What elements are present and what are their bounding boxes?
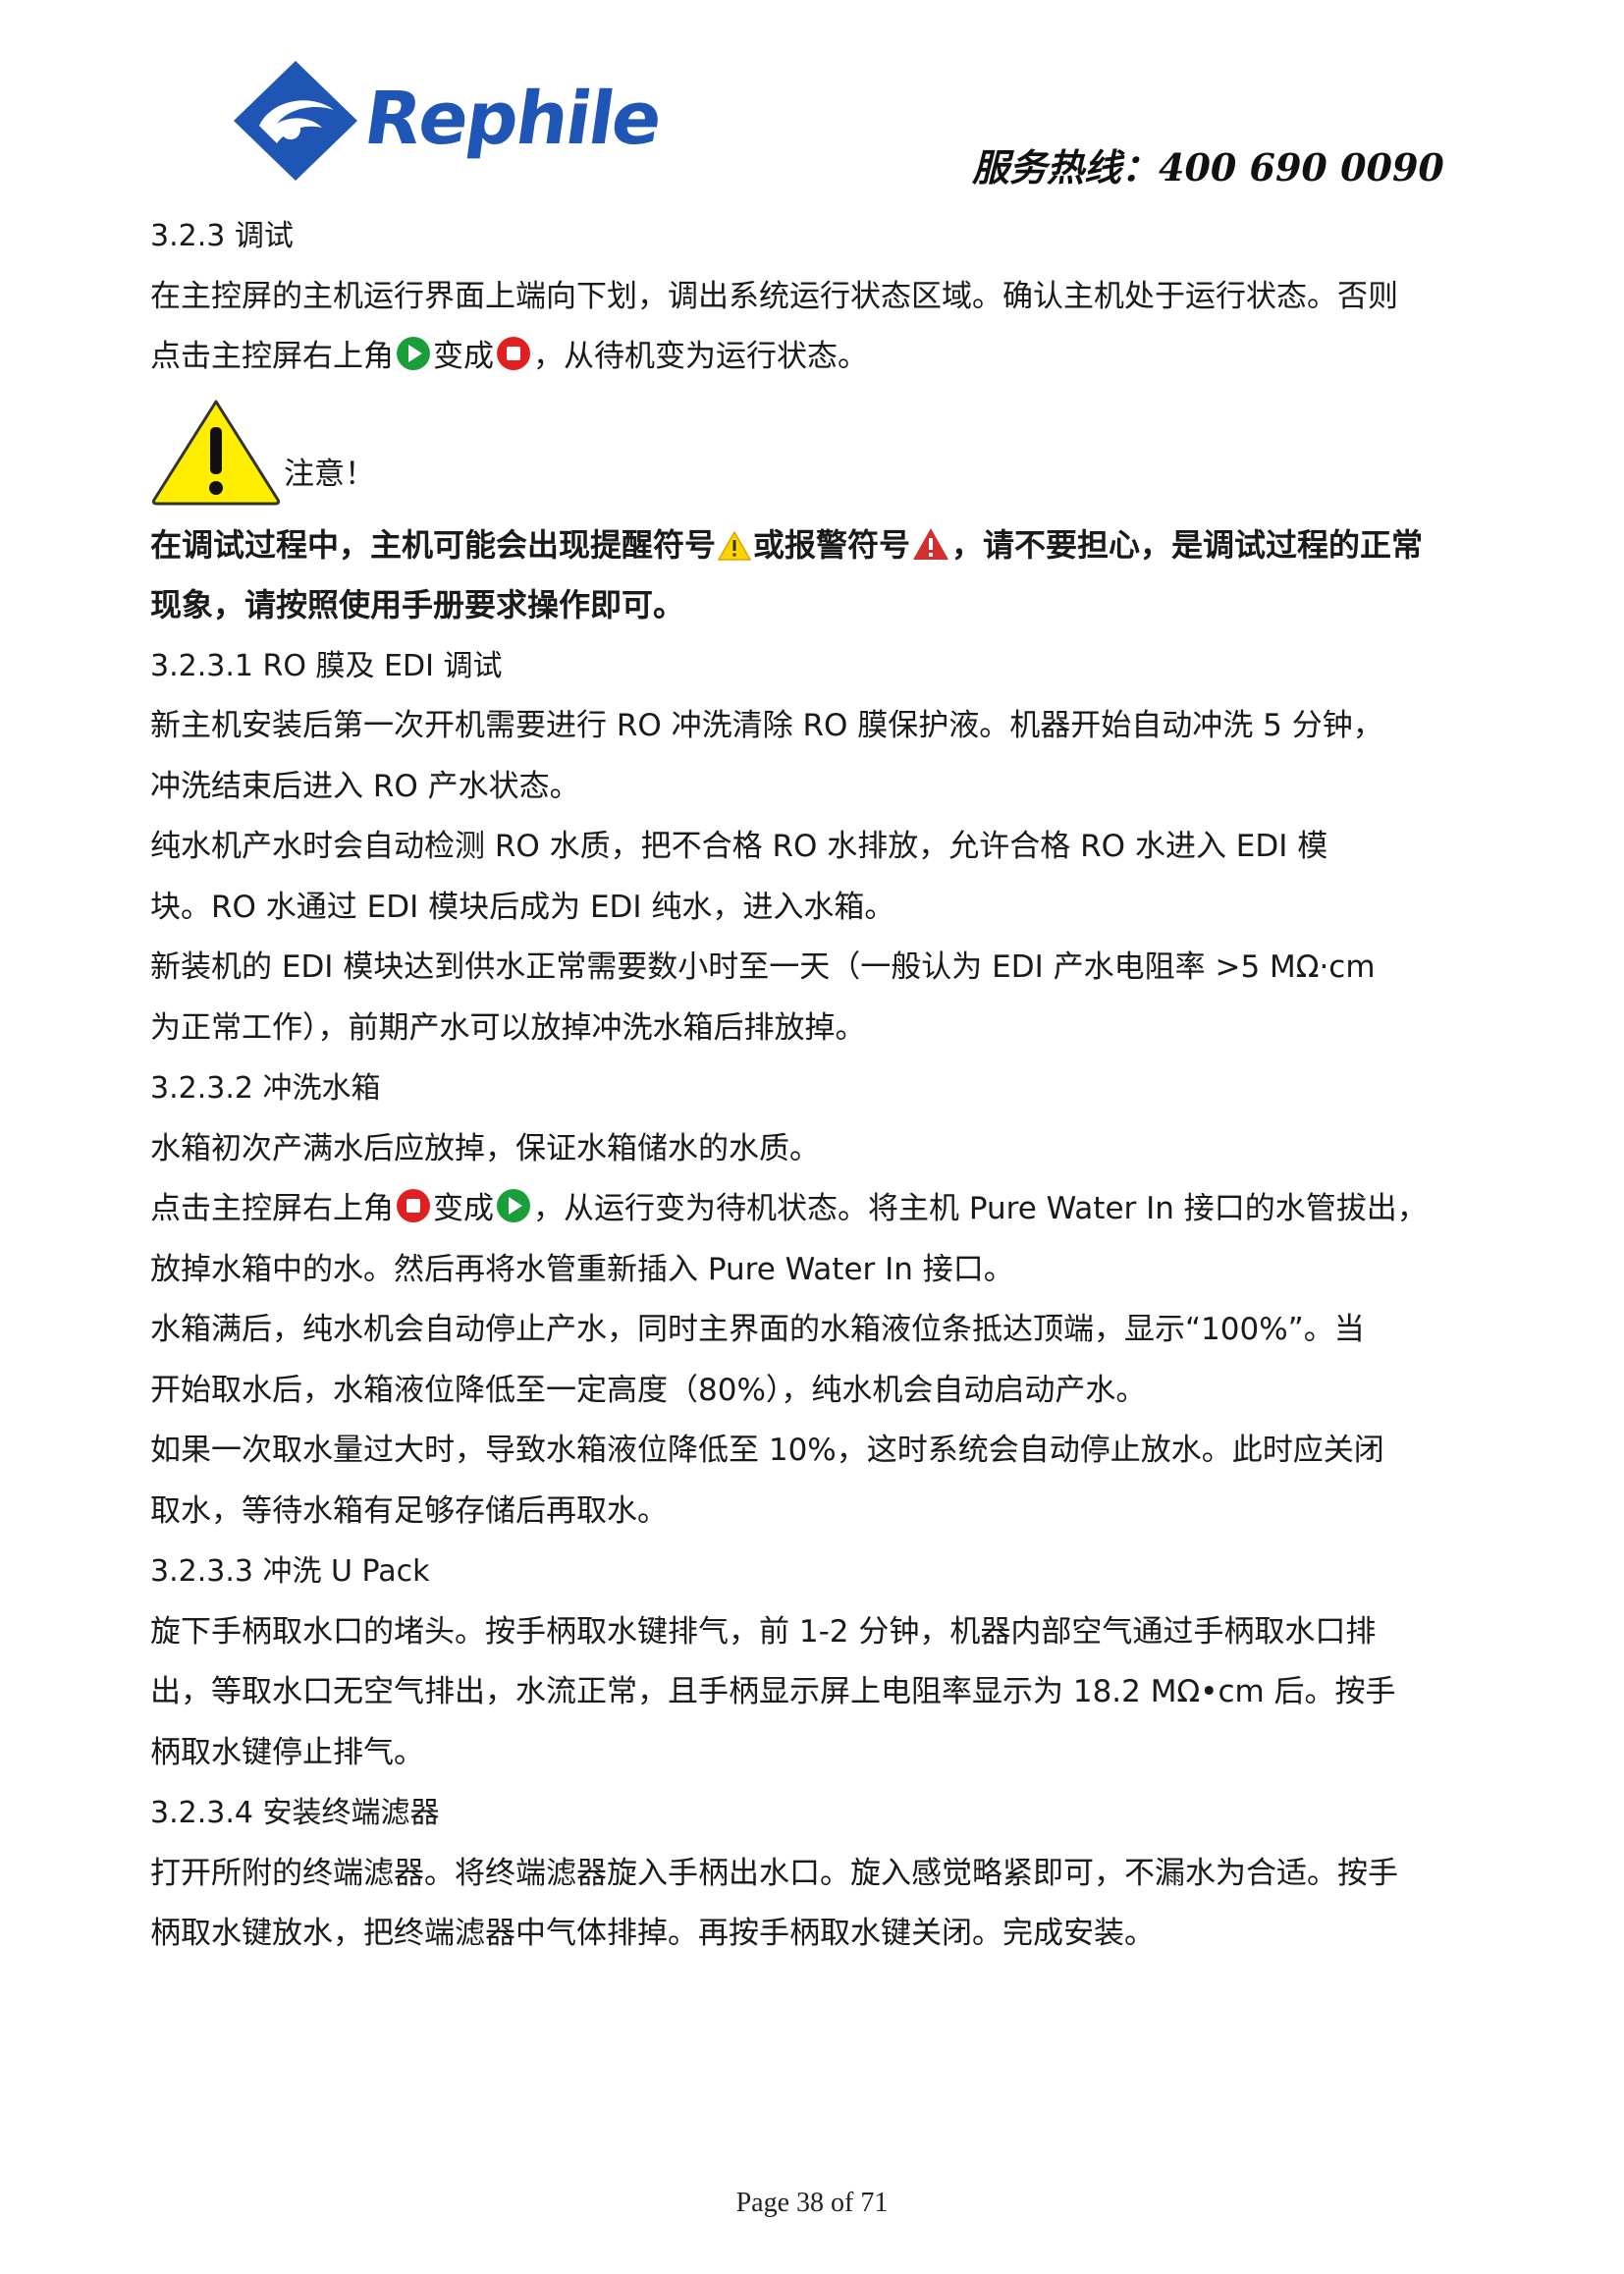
paragraph-line: 取水，等待水箱有足够存储后再取水。 (150, 1492, 668, 1529)
caution-triangle-icon (151, 400, 281, 505)
document-body: 3.2.3 调试 在主控屏的主机运行界面上端向下划，调出系统运行状态区域。确认主… (150, 206, 1500, 1965)
logo-diamond-icon (234, 61, 357, 181)
alarm-icon (912, 527, 949, 561)
paragraph-line: 点击主控屏右上角 变成 ，从运行变为待机状态。将主机 Pure Water In 接… (150, 1179, 1500, 1240)
paragraph-line: 点击主控屏右上角 变成 ，从待机变为运行状态。 (150, 327, 1500, 388)
paragraph-line: 开始取水后，水箱液位降低至一定高度（80%），纯水机会自动启动产水。 (150, 1372, 1147, 1408)
service-hotline: 服务热线：400 690 0090 (972, 145, 1444, 190)
stop-icon (396, 1188, 431, 1223)
section-heading-3-2-3: 3.2.3 调试 (150, 219, 294, 253)
bold-notice-line: 现象，请按照使用手册要求操作即可。 (150, 586, 685, 623)
paragraph-line: 放掉水箱中的水。然后再将水管重新插入 Pure Water In 接口。 (150, 1251, 1014, 1287)
paragraph-line: 为正常工作），前期产水可以放掉冲洗水箱后排放掉。 (150, 1009, 866, 1046)
text-span: 在调试过程中，主机可能会出现提醒符号 (150, 525, 717, 564)
text-span: ，从待机变为运行状态。 (533, 339, 868, 374)
section-heading-3-2-3-2: 3.2.3.2 冲洗水箱 (150, 1071, 381, 1106)
paragraph-line: 旋下手柄取水口的堵头。按手柄取水键排气，前 1-2 分钟，机器内部空气通过手柄取… (150, 1613, 1377, 1650)
paragraph-line: 水箱满后，纯水机会自动停止产水，同时主界面的水箱液位条抵达顶端，显示“100%”… (150, 1312, 1365, 1347)
paragraph-line: 在主控屏的主机运行界面上端向下划，调出系统运行状态区域。确认主机处于运行状态。否… (150, 278, 1398, 314)
paragraph-line: 柄取水键放水，把终端滤器中气体排掉。再按手柄取水键关闭。完成安装。 (150, 1916, 1155, 1951)
paragraph-line: 块。RO 水通过 EDI 模块后成为 EDI 纯水，进入水箱。 (150, 889, 895, 925)
bold-notice-line: 在调试过程中，主机可能会出现提醒符号 或报警符号 ，请不要担心，是调试过程的正常 (150, 515, 1500, 576)
text-span: 变成 (433, 339, 494, 374)
brand-name: Rephile (358, 77, 666, 161)
warning-icon (718, 530, 752, 561)
paragraph-line: 新主机安装后第一次开机需要进行 RO 冲洗清除 RO 膜保护液。机器开始自动冲洗… (150, 708, 1383, 743)
rephile-logo: Rephile (232, 59, 666, 183)
text-span: 点击主控屏右上角 (150, 339, 394, 374)
caution-label: 注意！ (284, 456, 375, 492)
document-page: Rephile 服务热线：400 690 0090 3.2.3 调试 在主控屏的… (0, 0, 1624, 2274)
text-span: ，请不要担心，是调试过程的正常 (951, 525, 1424, 564)
text-span: ，从运行变为待机状态。将主机 Pure Water In 接口的水管拔出， (533, 1191, 1428, 1226)
paragraph-line: 柄取水键停止排气。 (150, 1734, 424, 1770)
paragraph-line: 纯水机产水时会自动检测 RO 水质，把不合格 RO 水排放，允许合格 RO 水进… (150, 829, 1328, 864)
caution-block: 注意！ (150, 388, 1500, 515)
play-icon (496, 1188, 531, 1223)
paragraph-line: 打开所附的终端滤器。将终端滤器旋入手柄出水口。旋入感觉略紧即可，不漏水为合适。按… (150, 1855, 1398, 1891)
text-span: 变成 (433, 1191, 494, 1226)
paragraph-line: 出，等取水口无空气排出，水流正常，且手柄显示屏上电阻率显示为 18.2 MΩ•c… (150, 1674, 1396, 1709)
play-icon (396, 336, 431, 371)
paragraph-line: 水箱初次产满水后应放掉，保证水箱储水的水质。 (150, 1130, 820, 1166)
section-heading-3-2-3-4: 3.2.3.4 安装终端滤器 (150, 1796, 440, 1830)
paragraph-line: 新装机的 EDI 模块达到供水正常需要数小时至一天（一般认为 EDI 产水电阻率… (150, 949, 1376, 985)
text-span: 点击主控屏右上角 (150, 1191, 394, 1226)
stop-icon (496, 336, 531, 371)
page-number: Page 38 of 71 (735, 2188, 889, 2218)
section-heading-3-2-3-1: 3.2.3.1 RO 膜及 EDI 调试 (150, 648, 503, 683)
text-span: 或报警符号 (753, 525, 911, 564)
paragraph-line: 如果一次取水量过大时，导致水箱液位降低至 10%，这时系统会自动停止放水。此时应… (150, 1433, 1384, 1468)
section-heading-3-2-3-3: 3.2.3.3 冲洗 U Pack (150, 1554, 430, 1589)
paragraph-line: 冲洗结束后进入 RO 产水状态。 (150, 768, 580, 804)
